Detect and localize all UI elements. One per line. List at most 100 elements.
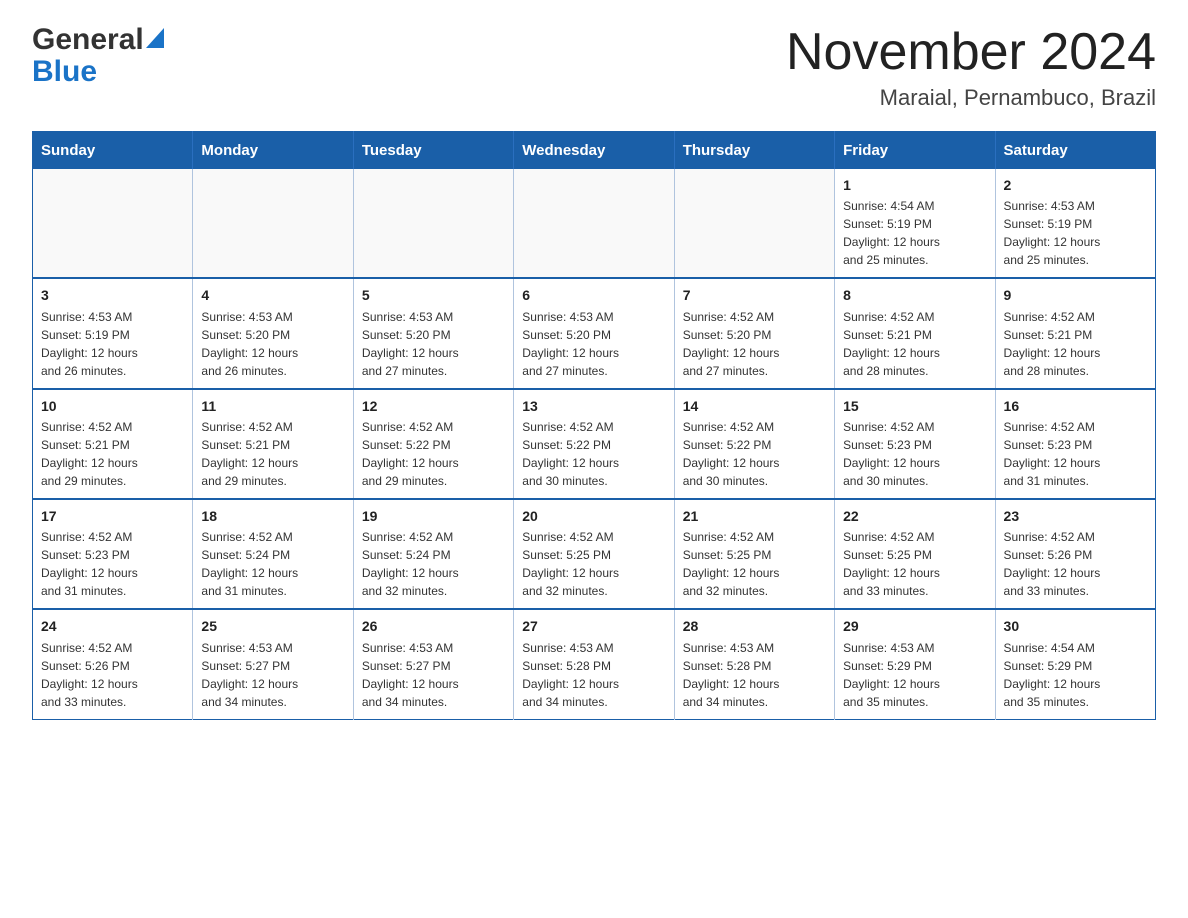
day-info: Sunrise: 4:53 AMSunset: 5:20 PMDaylight:…: [362, 308, 505, 380]
day-info: Sunrise: 4:52 AMSunset: 5:22 PMDaylight:…: [362, 418, 505, 490]
calendar-cell: 24 Sunrise: 4:52 AMSunset: 5:26 PMDayligh…: [33, 609, 193, 719]
calendar-week-row: 1Sunrise: 4:54 AMSunset: 5:19 PMDaylight…: [33, 169, 1156, 278]
calendar-cell: 30 Sunrise: 4:54 AMSunset: 5:29 PMDayligh…: [995, 609, 1155, 719]
day-number: 30: [1004, 616, 1147, 636]
day-info: Sunrise: 4:52 AMSunset: 5:21 PMDaylight:…: [41, 418, 184, 490]
calendar-cell: 11Sunrise: 4:52 AMSunset: 5:21 PMDayligh…: [193, 389, 353, 499]
day-number: 21: [683, 506, 826, 526]
month-title: November 2024: [786, 24, 1156, 81]
title-area: November 2024 Maraial, Pernambuco, Brazi…: [786, 24, 1156, 111]
day-number: 9: [1004, 285, 1147, 305]
day-info: Sunrise: 4:53 AMSunset: 5:20 PMDaylight:…: [522, 308, 665, 380]
day-number: 11: [201, 396, 344, 416]
calendar-cell: 6 Sunrise: 4:53 AMSunset: 5:20 PMDaylight…: [514, 278, 674, 388]
page-header: General Blue November 2024 Maraial, Pern…: [32, 24, 1156, 111]
day-number: 12: [362, 396, 505, 416]
weekday-header-sunday: Sunday: [33, 132, 193, 170]
day-info: Sunrise: 4:52 AMSunset: 5:26 PMDaylight:…: [1004, 528, 1147, 600]
day-info: Sunrise: 4:53 AMSunset: 5:19 PMDaylight:…: [41, 308, 184, 380]
day-info: Sunrise: 4:52 AMSunset: 5:23 PMDaylight:…: [1004, 418, 1147, 490]
calendar-cell: [193, 169, 353, 278]
weekday-header-friday: Friday: [835, 132, 995, 170]
day-info: Sunrise: 4:53 AMSunset: 5:20 PMDaylight:…: [201, 308, 344, 380]
day-info: Sunrise: 4:52 AMSunset: 5:24 PMDaylight:…: [362, 528, 505, 600]
day-number: 23: [1004, 506, 1147, 526]
weekday-header-thursday: Thursday: [674, 132, 834, 170]
calendar-cell: 20Sunrise: 4:52 AMSunset: 5:25 PMDayligh…: [514, 499, 674, 609]
day-info: Sunrise: 4:53 AMSunset: 5:28 PMDaylight:…: [522, 639, 665, 711]
calendar-cell: 22Sunrise: 4:52 AMSunset: 5:25 PMDayligh…: [835, 499, 995, 609]
calendar-cell: 14Sunrise: 4:52 AMSunset: 5:22 PMDayligh…: [674, 389, 834, 499]
day-info: Sunrise: 4:54 AMSunset: 5:29 PMDaylight:…: [1004, 639, 1147, 711]
calendar-cell: 8Sunrise: 4:52 AMSunset: 5:21 PMDaylight…: [835, 278, 995, 388]
calendar-cell: 29 Sunrise: 4:53 AMSunset: 5:29 PMDayligh…: [835, 609, 995, 719]
weekday-header-wednesday: Wednesday: [514, 132, 674, 170]
day-info: Sunrise: 4:53 AMSunset: 5:27 PMDaylight:…: [362, 639, 505, 711]
calendar-cell: [514, 169, 674, 278]
day-number: 18: [201, 506, 344, 526]
weekday-header-saturday: Saturday: [995, 132, 1155, 170]
day-info: Sunrise: 4:52 AMSunset: 5:23 PMDaylight:…: [41, 528, 184, 600]
calendar-cell: 23Sunrise: 4:52 AMSunset: 5:26 PMDayligh…: [995, 499, 1155, 609]
logo: General Blue: [32, 24, 164, 87]
day-number: 3: [41, 285, 184, 305]
weekday-header-tuesday: Tuesday: [353, 132, 513, 170]
day-number: 26: [362, 616, 505, 636]
calendar-week-row: 17Sunrise: 4:52 AMSunset: 5:23 PMDayligh…: [33, 499, 1156, 609]
calendar-cell: 16Sunrise: 4:52 AMSunset: 5:23 PMDayligh…: [995, 389, 1155, 499]
day-info: Sunrise: 4:52 AMSunset: 5:25 PMDaylight:…: [683, 528, 826, 600]
day-info: Sunrise: 4:53 AMSunset: 5:19 PMDaylight:…: [1004, 197, 1147, 269]
day-info: Sunrise: 4:53 AMSunset: 5:27 PMDaylight:…: [201, 639, 344, 711]
calendar-table: SundayMondayTuesdayWednesdayThursdayFrid…: [32, 131, 1156, 719]
calendar-cell: [33, 169, 193, 278]
day-number: 20: [522, 506, 665, 526]
logo-blue-text: Blue: [32, 55, 97, 88]
day-number: 22: [843, 506, 986, 526]
day-number: 1: [843, 175, 986, 195]
calendar-cell: 10Sunrise: 4:52 AMSunset: 5:21 PMDayligh…: [33, 389, 193, 499]
day-info: Sunrise: 4:52 AMSunset: 5:22 PMDaylight:…: [522, 418, 665, 490]
calendar-cell: 12Sunrise: 4:52 AMSunset: 5:22 PMDayligh…: [353, 389, 513, 499]
logo-general-text: General: [32, 24, 144, 56]
calendar-cell: 1Sunrise: 4:54 AMSunset: 5:19 PMDaylight…: [835, 169, 995, 278]
day-number: 19: [362, 506, 505, 526]
day-info: Sunrise: 4:52 AMSunset: 5:21 PMDaylight:…: [843, 308, 986, 380]
day-info: Sunrise: 4:52 AMSunset: 5:26 PMDaylight:…: [41, 639, 184, 711]
calendar-cell: 25Sunrise: 4:53 AMSunset: 5:27 PMDayligh…: [193, 609, 353, 719]
calendar-cell: 5 Sunrise: 4:53 AMSunset: 5:20 PMDaylight…: [353, 278, 513, 388]
day-number: 14: [683, 396, 826, 416]
calendar-cell: 28 Sunrise: 4:53 AMSunset: 5:28 PMDayligh…: [674, 609, 834, 719]
calendar-cell: 17Sunrise: 4:52 AMSunset: 5:23 PMDayligh…: [33, 499, 193, 609]
calendar-cell: 26 Sunrise: 4:53 AMSunset: 5:27 PMDayligh…: [353, 609, 513, 719]
day-info: Sunrise: 4:52 AMSunset: 5:23 PMDaylight:…: [843, 418, 986, 490]
calendar-week-row: 3 Sunrise: 4:53 AMSunset: 5:19 PMDaylight…: [33, 278, 1156, 388]
calendar-cell: 15Sunrise: 4:52 AMSunset: 5:23 PMDayligh…: [835, 389, 995, 499]
day-info: Sunrise: 4:54 AMSunset: 5:19 PMDaylight:…: [843, 197, 986, 269]
day-number: 10: [41, 396, 184, 416]
calendar-header-row: SundayMondayTuesdayWednesdayThursdayFrid…: [33, 132, 1156, 170]
day-info: Sunrise: 4:53 AMSunset: 5:28 PMDaylight:…: [683, 639, 826, 711]
calendar-cell: [674, 169, 834, 278]
location-title: Maraial, Pernambuco, Brazil: [786, 85, 1156, 111]
day-info: Sunrise: 4:53 AMSunset: 5:29 PMDaylight:…: [843, 639, 986, 711]
weekday-header-monday: Monday: [193, 132, 353, 170]
calendar-cell: 13Sunrise: 4:52 AMSunset: 5:22 PMDayligh…: [514, 389, 674, 499]
day-number: 28: [683, 616, 826, 636]
calendar-cell: 9Sunrise: 4:52 AMSunset: 5:21 PMDaylight…: [995, 278, 1155, 388]
day-info: Sunrise: 4:52 AMSunset: 5:25 PMDaylight:…: [522, 528, 665, 600]
day-number: 27: [522, 616, 665, 636]
logo-triangle-icon: [146, 28, 164, 48]
day-number: 5: [362, 285, 505, 305]
day-number: 24: [41, 616, 184, 636]
day-number: 15: [843, 396, 986, 416]
day-number: 17: [41, 506, 184, 526]
calendar-cell: 7Sunrise: 4:52 AMSunset: 5:20 PMDaylight…: [674, 278, 834, 388]
calendar-cell: 27 Sunrise: 4:53 AMSunset: 5:28 PMDayligh…: [514, 609, 674, 719]
day-number: 6: [522, 285, 665, 305]
day-number: 16: [1004, 396, 1147, 416]
day-number: 2: [1004, 175, 1147, 195]
day-info: Sunrise: 4:52 AMSunset: 5:25 PMDaylight:…: [843, 528, 986, 600]
calendar-cell: 2Sunrise: 4:53 AMSunset: 5:19 PMDaylight…: [995, 169, 1155, 278]
day-number: 29: [843, 616, 986, 636]
calendar-cell: [353, 169, 513, 278]
